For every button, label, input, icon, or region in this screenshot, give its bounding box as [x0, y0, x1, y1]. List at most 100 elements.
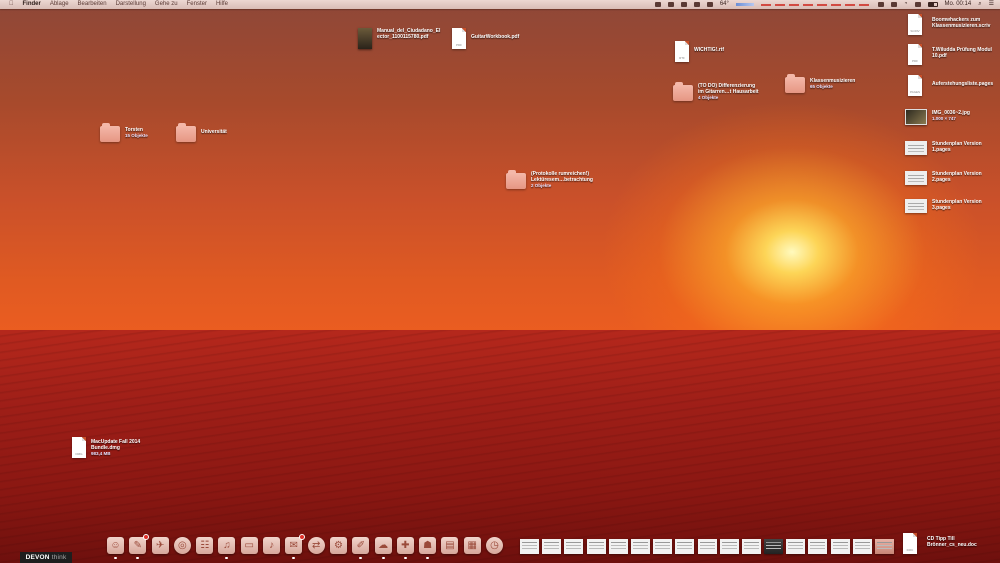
dock-minimized-window[interactable]	[764, 539, 784, 554]
desktop-icon-cd-tipp[interactable]: DOC CD Tipp Till Brönner_cs_neu.doc	[903, 533, 977, 554]
dock-sync-icon[interactable]: ⇄	[307, 537, 325, 554]
pages-thumbnail-icon	[905, 199, 927, 213]
menu-darstellung[interactable]: Darstellung	[116, 0, 146, 9]
devonthink-badge[interactable]: DEVON think	[20, 552, 72, 563]
desktop-icon-protokolle-folder[interactable]: (Protokolle rumreichen!) Lektüresem…betra…	[506, 170, 593, 189]
volume-icon[interactable]	[914, 2, 921, 7]
menu-hilfe[interactable]: Hilfe	[216, 0, 228, 9]
dock-minimized-window[interactable]	[653, 539, 673, 554]
dock-minimized-window[interactable]	[830, 539, 850, 554]
pages-thumbnail-icon	[905, 141, 927, 155]
dock-minimized-window[interactable]	[697, 539, 717, 554]
menu-bearbeiten[interactable]: Bearbeiten	[78, 0, 107, 9]
desktop-icon-stundenplan-1[interactable]: Stundenplan Version 1.pages	[905, 138, 982, 155]
menu-gehe-zu[interactable]: Gehe zu	[155, 0, 178, 9]
folder-icon	[673, 82, 693, 101]
dock-contacts-icon[interactable]: ☷	[196, 537, 214, 554]
dock-mail-icon[interactable]: ✉	[285, 534, 306, 559]
desert-wallpaper	[0, 330, 1000, 563]
desktop-icon-stundenplan-3[interactable]: Stundenplan Version 3.pages	[905, 196, 982, 213]
dock-minimized-window[interactable]	[608, 539, 628, 554]
dock-minimized-window[interactable]	[719, 539, 739, 554]
disk-image-icon: DMG	[72, 437, 86, 458]
dock-minimized-window[interactable]	[808, 539, 828, 554]
dropbox-icon[interactable]	[667, 2, 674, 7]
dock-archive-icon[interactable]: ▤	[441, 537, 459, 554]
desktop-icon-torsten-folder[interactable]: Torsten 15 Objekte	[100, 123, 148, 142]
dock-settings-icon[interactable]: ⚙	[329, 537, 347, 554]
dock-pages-icon[interactable]: ✎	[129, 534, 150, 559]
dock-minimized-window[interactable]	[630, 539, 650, 554]
desktop-icon-boomwhackers[interactable]: SCRIV Boomwhackers zum Klassenmusizieren.…	[908, 14, 990, 35]
menu-ablage[interactable]: Ablage	[50, 0, 69, 9]
folder-icon	[176, 123, 196, 142]
folder-icon	[100, 123, 120, 142]
rtf-document-icon: RTF	[675, 41, 689, 62]
dock-preview-icon[interactable]: ▭	[240, 537, 258, 554]
pages-document-icon: PAGES	[908, 75, 922, 96]
photo-thumbnail-icon	[905, 109, 927, 125]
running-indicator	[426, 557, 430, 559]
desktop-icon-stundenplan-2[interactable]: Stundenplan Version 2.pages	[905, 168, 982, 185]
pdf-document-icon: PDF	[452, 28, 466, 49]
dock-clock-icon[interactable]: ◷	[486, 537, 504, 554]
desktop-icon-pruefung[interactable]: PDF T.Wiludda Prüfung Modul 10.pdf	[908, 44, 992, 65]
folder-icon	[785, 74, 805, 93]
scrivener-document-icon: SCRIV	[908, 14, 922, 35]
sync-icon[interactable]	[680, 2, 687, 7]
dock-apps: ☺ ✎ ✈ ◎ ☷ ♫ ▭ ♪ ✉ ⇄ ⚙ ✐ ☁ ✚ ☗ ▤ ▦ ◷	[107, 534, 508, 559]
running-indicator	[381, 557, 385, 559]
dock-finder-icon[interactable]: ☺	[107, 537, 124, 559]
desktop-icon-auferstehungsliste[interactable]: PAGES Auferstehungsliste.pages	[908, 75, 993, 96]
menu-fenster[interactable]: Fenster	[187, 0, 207, 9]
dock-minimized-window[interactable]	[786, 539, 806, 554]
apple-menu-icon[interactable]: 	[9, 0, 14, 9]
cpu-meter-icon[interactable]	[735, 3, 754, 6]
dock-mic-icon[interactable]: ♪	[263, 537, 281, 554]
dock-launchpad-icon[interactable]: ✈	[151, 537, 169, 554]
running-indicator	[114, 557, 117, 559]
dock-calculator-icon[interactable]: ▦	[463, 537, 481, 554]
desktop-icon-todo-folder[interactable]: (TO DO) Differenzierung im Gitarren…t Hau…	[673, 82, 759, 101]
notification-badge	[299, 534, 306, 540]
dock-minimized-window[interactable]	[586, 539, 606, 554]
dock-messages-icon[interactable]: ☁	[374, 537, 392, 559]
dock-shield-icon[interactable]: ✚	[396, 537, 414, 559]
dock-minimized-window[interactable]	[675, 539, 695, 554]
word-document-icon: DOC	[903, 533, 917, 554]
dock-safari-icon[interactable]: ◎	[173, 537, 191, 554]
dock-minimized-window[interactable]	[542, 539, 562, 554]
desktop-icon-manual[interactable]: Manual_del_Ciudadano_El ector_1100115780.…	[358, 28, 440, 49]
dock-minimized-window[interactable]	[741, 539, 761, 554]
dock-notes-icon[interactable]: ✐	[352, 537, 370, 559]
dock-itunes-icon[interactable]: ♫	[218, 537, 236, 559]
menubar-clock[interactable]: Mo. 00:14	[945, 0, 972, 9]
cloud-icon[interactable]	[654, 2, 661, 7]
pdf-document-icon: PDF	[908, 44, 922, 65]
lock-icon[interactable]	[706, 2, 713, 7]
desktop-icon-guitarworkbook[interactable]: PDF GuitarWorkbook.pdf	[452, 28, 519, 49]
notification-badge	[143, 534, 150, 540]
dock-minimized-window[interactable]	[564, 539, 584, 554]
menu-finder[interactable]: Finder	[23, 0, 41, 9]
wifi-icon[interactable]: ◔	[904, 0, 908, 9]
desktop-icon-klassenmusizieren-folder[interactable]: Klassenmusizieren 65 Objekte	[785, 74, 855, 93]
running-indicator	[403, 557, 407, 559]
desktop-icon-universitaet-folder[interactable]: Universität	[176, 123, 227, 142]
desktop-icon-macupdate-dmg[interactable]: DMG MacUpdate Fall 2014 Bundle.dmg 983,4 M…	[72, 437, 140, 458]
dock-minimized-window[interactable]	[852, 539, 872, 554]
network-meter-icon[interactable]	[760, 3, 871, 6]
sand-ripples	[0, 330, 1000, 563]
desktop-icon-img-jpg[interactable]: IMG_0036~2.jpg 1.000 × 747	[905, 107, 970, 125]
desktop-icon-wichtig[interactable]: RTF WICHTIG!.rtf	[675, 41, 724, 62]
weather-temp[interactable]: 64°	[720, 0, 729, 9]
bluetooth-icon[interactable]	[890, 2, 897, 7]
spotlight-icon[interactable]: ⌕	[978, 0, 981, 9]
dock-minimized-window[interactable]	[520, 539, 539, 554]
twitter-icon[interactable]	[693, 2, 700, 7]
time-machine-icon[interactable]	[877, 2, 884, 7]
notification-center-icon[interactable]: ☰	[989, 0, 994, 9]
dock-library-icon[interactable]: ☗	[419, 537, 437, 559]
battery-icon[interactable]	[927, 2, 938, 7]
dock-minimized-window[interactable]	[875, 539, 894, 554]
